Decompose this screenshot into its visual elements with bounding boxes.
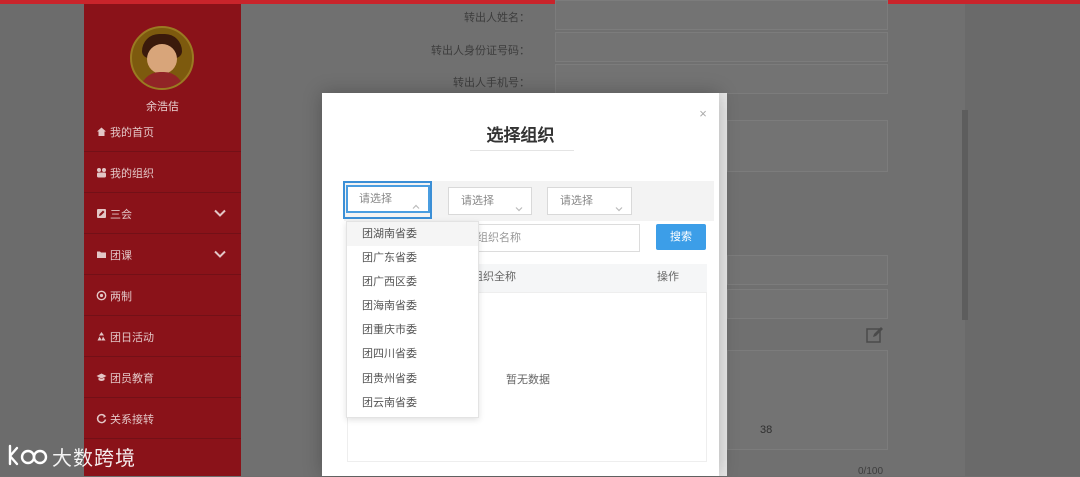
sidebar-item-label: 我的组织 — [110, 167, 154, 180]
chevron-down-icon — [615, 197, 623, 212]
column-actions: 操作 — [657, 271, 679, 283]
dropdown-option[interactable]: 团四川省委 — [347, 342, 478, 366]
recycle-icon — [96, 331, 107, 342]
search-button[interactable]: 搜索 — [656, 224, 706, 250]
chevron-down-icon — [515, 197, 523, 212]
chevron-down-icon[interactable] — [213, 247, 227, 261]
chevron-down-icon[interactable] — [213, 206, 227, 220]
dropdown-option[interactable]: 团云南省委 — [347, 391, 478, 415]
form-label-id: 转出人身份证号码： — [431, 45, 530, 57]
form-field-phone[interactable] — [555, 64, 888, 94]
select-placeholder: 请选择 — [359, 193, 392, 205]
edit-icon — [96, 208, 107, 219]
sidebar: 余浩佶 我的首页 我的组织 三会 团课 两制 团日活动 团员教育 关系接转 — [84, 4, 241, 476]
sidebar-item-member-education[interactable]: 团员教育 — [84, 358, 241, 398]
select-placeholder: 请选择 — [560, 195, 593, 207]
graduation-cap-icon — [96, 372, 107, 383]
form-label-phone: 转出人手机号： — [453, 77, 530, 89]
province-select[interactable]: 请选择 — [346, 185, 430, 213]
sidebar-item-home[interactable]: 我的首页 — [84, 112, 241, 152]
sidebar-item-my-org[interactable]: 我的组织 — [84, 153, 241, 193]
sidebar-item-label: 三会 — [110, 208, 132, 221]
sidebar-item-league-class[interactable]: 团课 — [84, 235, 241, 275]
chevron-up-icon — [412, 196, 420, 209]
form-field-select-2[interactable] — [727, 289, 888, 319]
dropdown-option[interactable]: 团重庆市委 — [347, 318, 478, 342]
left-gutter — [0, 4, 84, 476]
watermark-logo-icon — [6, 442, 48, 470]
close-icon[interactable]: × — [696, 107, 710, 121]
dropdown-option[interactable]: 团广西区委 — [347, 270, 478, 294]
char-counter: 0/100 — [858, 466, 884, 477]
province-dropdown: 团湖南省委 团广东省委 团广西区委 团海南省委 团重庆市委 团四川省委 团贵州省… — [346, 221, 479, 418]
sidebar-item-label: 团员教育 — [110, 372, 154, 385]
page-scrollbar[interactable] — [962, 110, 968, 320]
select-placeholder: 请选择 — [461, 195, 494, 207]
edit-icon[interactable] — [866, 326, 884, 344]
sidebar-item-league-day[interactable]: 团日活动 — [84, 317, 241, 357]
dropdown-option[interactable]: 团贵州省委 — [347, 367, 478, 391]
dropdown-option[interactable]: 团湖南省委 — [347, 222, 478, 246]
dropdown-option[interactable]: 团广东省委 — [347, 246, 478, 270]
sidebar-item-label: 两制 — [110, 290, 132, 303]
modal-title: 选择组织 — [486, 126, 555, 145]
folder-icon — [96, 249, 107, 260]
watermark-text: 大数跨境 — [52, 447, 136, 470]
avatar[interactable] — [130, 26, 194, 90]
form-field-select-1[interactable] — [727, 255, 888, 285]
form-field-org[interactable] — [727, 120, 888, 172]
sidebar-item-label: 我的首页 — [110, 126, 154, 139]
title-divider — [470, 150, 574, 151]
form-visible-number: 38 — [760, 424, 773, 436]
refresh-icon — [96, 413, 107, 424]
form-field-reason[interactable] — [727, 350, 888, 450]
sidebar-item-relation-transfer[interactable]: 关系接转 — [84, 399, 241, 439]
sidebar-item-label: 团日活动 — [110, 331, 154, 344]
home-icon — [96, 126, 107, 137]
sidebar-item-label: 关系接转 — [110, 413, 154, 426]
dropdown-option[interactable]: 团海南省委 — [347, 294, 478, 318]
right-gutter — [965, 4, 1080, 476]
group-icon — [96, 167, 107, 178]
city-select[interactable]: 请选择 — [448, 187, 532, 215]
sidebar-item-three-meetings[interactable]: 三会 — [84, 194, 241, 234]
target-icon — [96, 290, 107, 301]
modal-scroll-edge — [719, 93, 727, 476]
form-label-name: 转出人姓名： — [464, 12, 530, 24]
sidebar-item-label: 团课 — [110, 249, 132, 262]
district-select[interactable]: 请选择 — [547, 187, 632, 215]
watermark: 大数跨境 — [6, 440, 136, 472]
sidebar-item-two-systems[interactable]: 两制 — [84, 276, 241, 316]
form-field-name[interactable] — [555, 0, 888, 30]
form-field-id[interactable] — [555, 32, 888, 62]
